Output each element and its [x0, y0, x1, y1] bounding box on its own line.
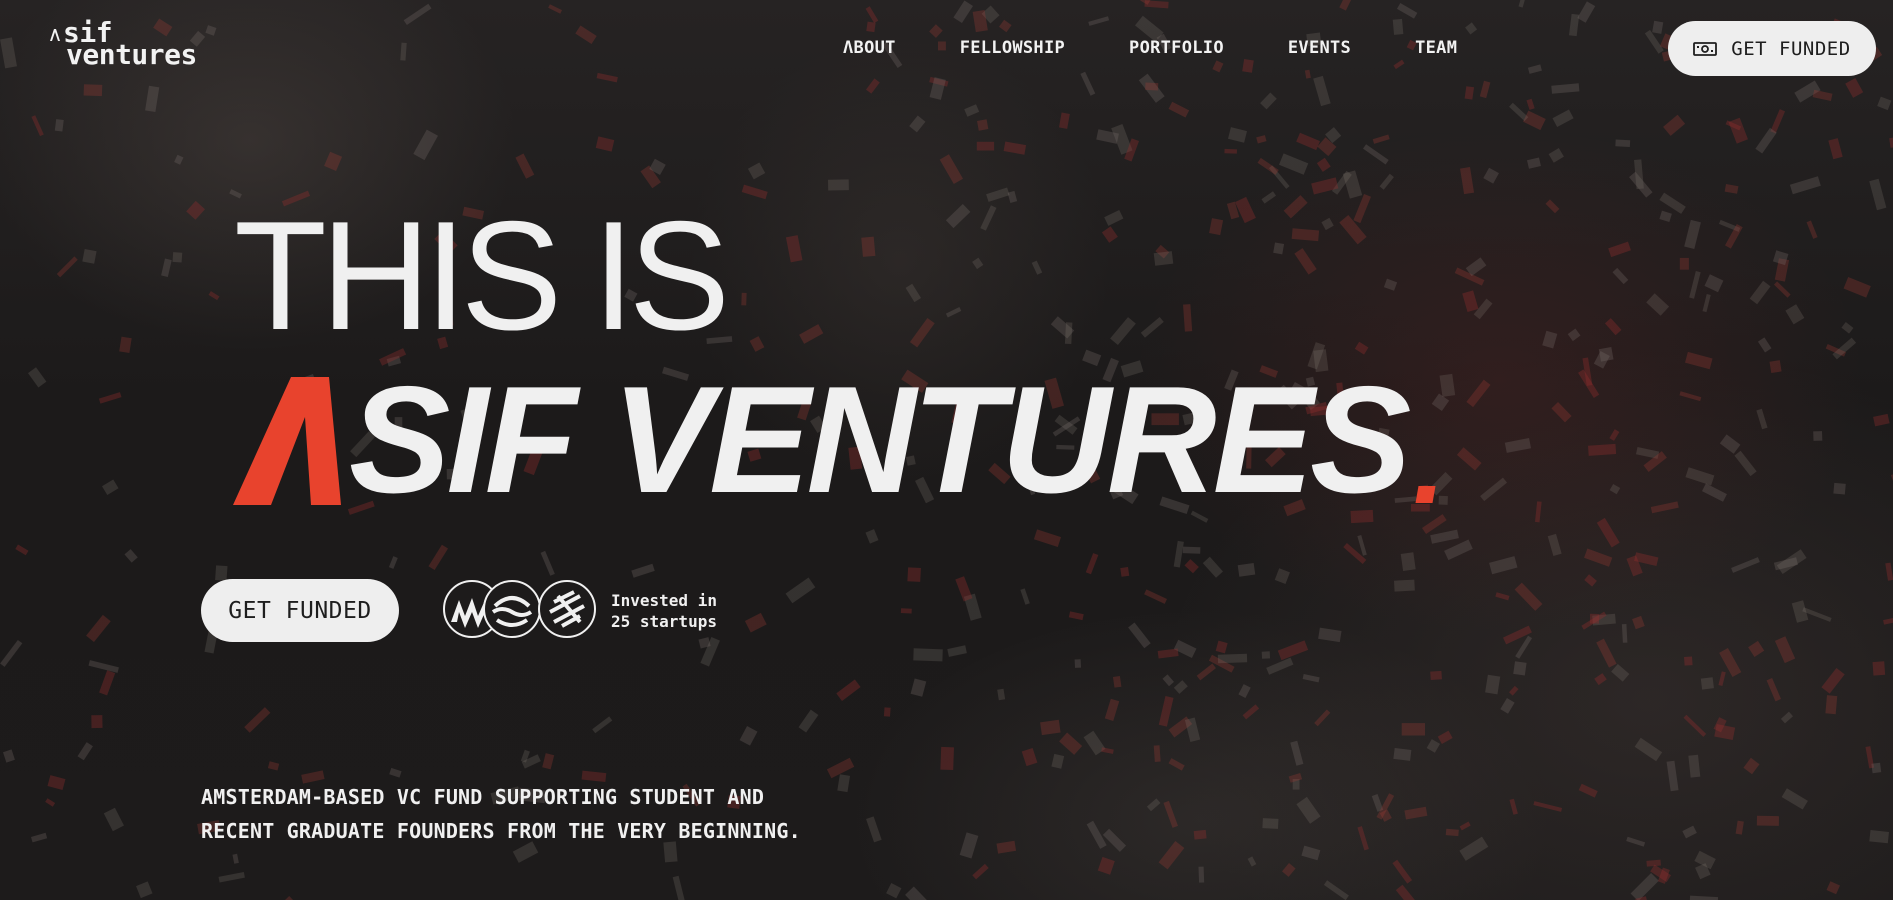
portfolio-logo-2	[483, 580, 541, 638]
hero-tagline: AMSTERDAM-BASED VC FUND SUPPORTING STUDE…	[201, 780, 801, 848]
hero-get-funded-button[interactable]: GET FUNDED	[201, 579, 399, 642]
invested-stat: Invested in 25 startups	[611, 590, 717, 632]
site-logo[interactable]: sif ventures	[50, 19, 197, 71]
nav-fellowship[interactable]: FELLOWSHIP	[960, 38, 1065, 58]
nav-about[interactable]: ΛBOUT	[843, 38, 896, 58]
main-nav: ΛBOUT FELLOWSHIP PORTFOLIO EVENTS TEAM	[843, 38, 1457, 58]
hero-heading-line1: THIS IS	[234, 189, 730, 363]
header-get-funded-button[interactable]: GET FUNDED	[1668, 21, 1876, 76]
hero-page: sif ventures ΛBOUT FELLOWSHIP PORTFOLIO …	[0, 0, 1893, 900]
banknote-icon	[1693, 41, 1718, 57]
header-get-funded-label: GET FUNDED	[1731, 37, 1851, 60]
nav-team[interactable]: TEAM	[1415, 38, 1457, 58]
nav-events[interactable]: EVENTS	[1288, 38, 1351, 58]
invested-label: Invested in	[611, 591, 717, 610]
nav-portfolio[interactable]: PORTFOLIO	[1129, 38, 1224, 58]
brand-lambda-mark	[233, 377, 341, 505]
hero-heading-brand: SIF VENTURES	[349, 355, 1411, 525]
tagline-line2: RECENT GRADUATE FOUNDERS FROM THE VERY B…	[201, 819, 801, 843]
logo-text-line2: ventures	[66, 38, 197, 71]
logo-lambda-icon	[50, 29, 60, 41]
portfolio-logos	[443, 580, 596, 640]
hero-heading-line2: SIF VENTURES	[233, 355, 1436, 525]
tagline-line1: AMSTERDAM-BASED VC FUND SUPPORTING STUDE…	[201, 785, 765, 809]
hero-heading-period	[1415, 486, 1436, 503]
invested-count: 25 startups	[611, 612, 717, 631]
portfolio-logo-3	[538, 580, 596, 638]
